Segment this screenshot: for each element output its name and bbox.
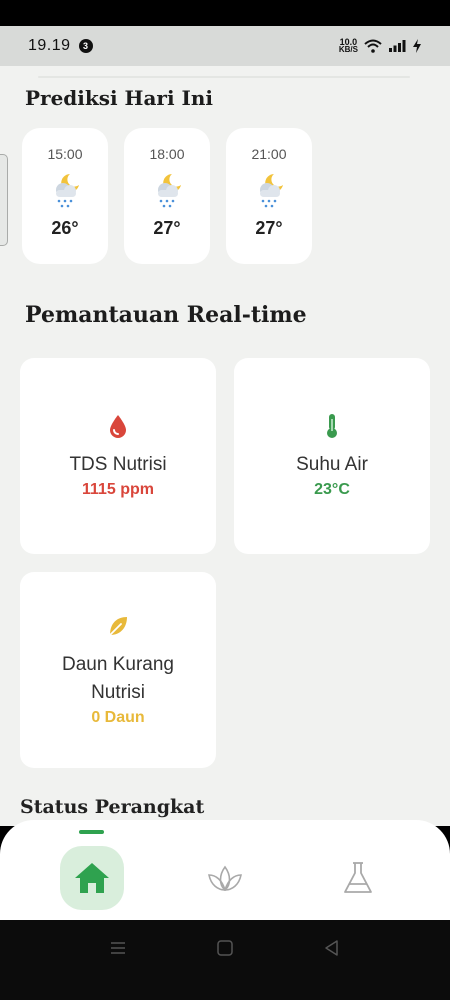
side-drawer-handle[interactable] xyxy=(0,154,8,246)
home-icon xyxy=(75,863,109,893)
signal-icon xyxy=(389,40,406,52)
active-tab-indicator xyxy=(79,830,104,834)
forecast-title: Prediksi Hari Ini xyxy=(25,86,214,110)
forecast-temp: 27° xyxy=(153,218,181,238)
screen-top-edge xyxy=(0,0,450,26)
plant-icon xyxy=(208,865,242,892)
recents-icon[interactable] xyxy=(108,938,128,958)
water-temp-value: 23°C xyxy=(314,481,350,498)
leaf-nutrition-label: Daun Kurang Nutrisi xyxy=(62,654,174,703)
system-navigation-bar xyxy=(0,920,450,1000)
wifi-icon xyxy=(364,39,382,53)
forecast-card: 21:00 27° xyxy=(226,128,312,264)
nav-home-button[interactable] xyxy=(60,846,124,910)
leaf-nutrition-card[interactable]: Daun Kurang Nutrisi 0 Daun xyxy=(20,572,216,768)
network-speed: 10.0 KB/S xyxy=(339,38,358,54)
forecast-card: 15:00 26° xyxy=(22,128,108,264)
forecast-time: 18:00 xyxy=(149,146,185,162)
monitoring-title: Pemantauan Real-time xyxy=(25,302,307,328)
flask-icon xyxy=(344,862,372,893)
tds-value: 1115 ppm xyxy=(81,481,155,498)
tds-label: TDS Nutrisi xyxy=(69,454,167,475)
water-temp-card[interactable]: Suhu Air 23°C xyxy=(234,358,430,554)
nav-plant-button[interactable] xyxy=(193,846,257,910)
status-bar: 19.19 3 10.0 KB/S xyxy=(0,26,450,66)
notification-badge: 3 xyxy=(78,39,93,53)
drop-icon xyxy=(110,415,126,438)
bottom-navigation xyxy=(0,820,450,920)
main-content[interactable]: Prediksi Hari Ini 15:00 26° 18:00 27° 21… xyxy=(0,66,450,826)
back-icon[interactable] xyxy=(322,938,342,958)
forecast-temp: 27° xyxy=(255,218,283,238)
device-status-title: Status Perangkat xyxy=(20,796,205,818)
top-divider xyxy=(38,76,410,78)
forecast-time: 15:00 xyxy=(47,146,83,162)
status-time: 19.19 xyxy=(28,37,71,54)
forecast-temp: 26° xyxy=(51,218,79,238)
night-rain-icon xyxy=(158,174,181,208)
leaf-nutrition-value: 0 Daun xyxy=(91,709,145,726)
network-speed-unit: KB/S xyxy=(338,45,358,54)
thermometer-icon xyxy=(327,414,337,438)
tds-card[interactable]: TDS Nutrisi 1115 ppm xyxy=(20,358,216,554)
charging-icon xyxy=(413,39,421,53)
night-rain-icon xyxy=(56,174,79,208)
nav-lab-button[interactable] xyxy=(326,846,390,910)
home-system-icon[interactable] xyxy=(215,938,235,958)
night-rain-icon xyxy=(260,174,283,208)
water-temp-label: Suhu Air xyxy=(296,454,368,475)
status-icons: 10.0 KB/S xyxy=(339,38,422,54)
forecast-time: 21:00 xyxy=(251,146,287,162)
leaf-icon xyxy=(109,617,127,636)
forecast-card: 18:00 27° xyxy=(124,128,210,264)
